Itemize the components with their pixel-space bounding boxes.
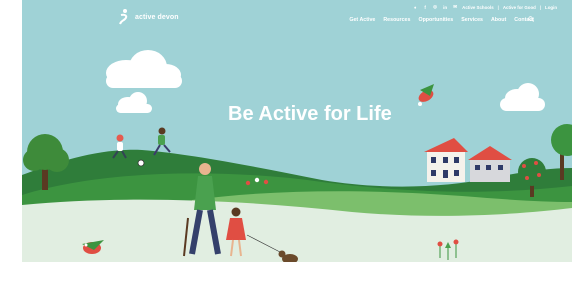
page: active devon ♦ f ◎ in ✉ Active Schools |… (0, 0, 572, 281)
bird-flying (418, 84, 434, 106)
nav-item-about[interactable]: About (491, 17, 506, 23)
separator: | (497, 4, 499, 10)
nav-item-resources[interactable]: Resources (383, 17, 410, 23)
facebook-icon[interactable]: f (422, 5, 428, 10)
instagram-icon[interactable]: ◎ (432, 4, 438, 10)
nav-item-services[interactable]: Services (461, 17, 483, 23)
house-red (424, 138, 468, 182)
login-link[interactable]: Login (545, 5, 557, 10)
active-for-good-link[interactable]: Active for Good (503, 5, 536, 10)
main-nav: Get Active Resources Opportunities Servi… (349, 17, 534, 23)
hero-illustration (22, 50, 572, 262)
email-icon[interactable]: ✉ (452, 4, 458, 10)
brand-logo[interactable]: active devon (118, 9, 179, 25)
twitter-icon[interactable]: ♦ (412, 5, 418, 10)
hero-title: Be Active for Life (228, 103, 392, 125)
separator: | (539, 4, 542, 10)
linkedin-icon[interactable]: in (442, 5, 448, 10)
cloud-right (500, 83, 545, 111)
brand-name: active devon (135, 13, 179, 21)
search-icon[interactable] (528, 16, 534, 22)
house-grey (468, 146, 512, 182)
cloud-small (116, 92, 152, 113)
cloud-large (106, 50, 182, 88)
utility-nav: ♦ f ◎ in ✉ Active Schools | Active for G… (412, 4, 557, 10)
hero-banner: active devon ♦ f ◎ in ✉ Active Schools |… (22, 0, 572, 262)
active-schools-link[interactable]: Active Schools (462, 5, 493, 10)
nav-item-opportunities[interactable]: Opportunities (418, 17, 453, 23)
nav-item-get-active[interactable]: Get Active (349, 17, 375, 23)
logo-figure-icon (119, 9, 128, 25)
